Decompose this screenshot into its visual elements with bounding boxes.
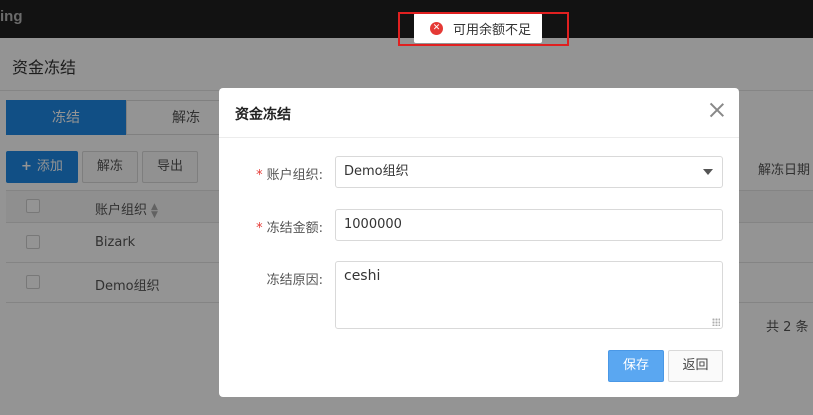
reason-textarea[interactable]: ceshi xyxy=(335,261,723,329)
close-icon[interactable] xyxy=(709,102,725,118)
required-marker: * xyxy=(256,168,263,183)
back-button[interactable]: 返回 xyxy=(668,350,723,382)
highlight-box xyxy=(398,12,569,46)
freeze-dialog: 资金冻结 * 账户组织: Demo组织 * 冻结金额: 1000000 冻结原因: … xyxy=(219,88,739,397)
dialog-title: 资金冻结 xyxy=(235,107,291,123)
amount-label-text: 冻结金额: xyxy=(266,221,323,236)
org-select[interactable]: Demo组织 xyxy=(335,156,723,188)
org-select-value: Demo组织 xyxy=(344,164,409,179)
save-button[interactable]: 保存 xyxy=(608,350,664,382)
reason-label: 冻结原因: xyxy=(266,273,323,288)
reason-textarea-value: ceshi xyxy=(344,268,381,284)
caret-down-icon xyxy=(703,169,713,175)
amount-label: * 冻结金额: xyxy=(219,217,323,236)
amount-input[interactable]: 1000000 xyxy=(335,209,723,241)
required-marker: * xyxy=(256,221,263,236)
dialog-header: 资金冻结 xyxy=(219,88,739,138)
org-label-text: 账户组织: xyxy=(266,168,323,183)
resize-handle-icon[interactable] xyxy=(712,318,720,326)
org-label: * 账户组织: xyxy=(219,164,323,183)
